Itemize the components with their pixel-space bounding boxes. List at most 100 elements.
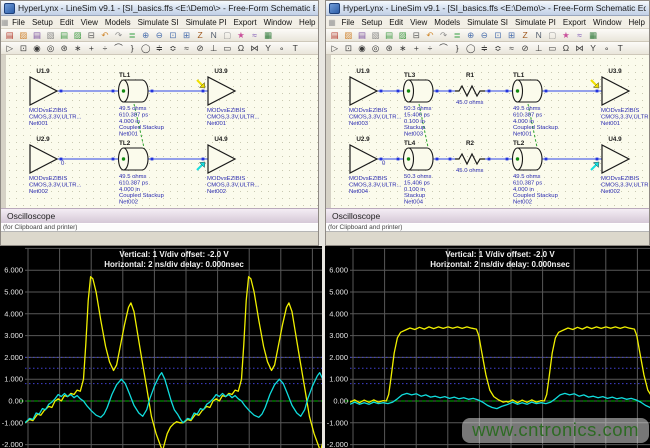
capacitor-part-icon[interactable]: ≑ [478,43,492,54]
menu-edit[interactable]: Edit [386,18,407,27]
y-connector-icon[interactable]: Y [261,43,275,54]
zoom-out-icon[interactable]: ⊖ [153,30,167,41]
stackup-editor-icon[interactable]: ≣ [450,30,464,41]
menu-export[interactable]: Export [230,18,260,27]
window-titlebar[interactable]: HyperLynx - LineSim v9.1 - [SI_basics.ff… [1,1,318,16]
menu-simulate-pi[interactable]: Simulate PI [512,18,560,27]
new-sheet-icon[interactable]: ▤ [57,30,71,41]
component-U4.9[interactable]: U4.9MODvsEZIBISCMOS,3.3V,ULTR...Net002 [207,136,260,195]
redo-icon[interactable]: ↷ [437,30,451,41]
pad-part-icon[interactable]: ◯ [464,43,478,54]
open-sheet-icon[interactable]: ▨ [396,30,410,41]
yellow-probe-icon[interactable] [591,80,599,88]
connector-part-icon[interactable]: + [410,43,424,54]
coupled-line-icon[interactable]: ⋈ [248,43,262,54]
scope-wave-icon[interactable]: ≈ [573,30,587,41]
capacitor2-part-icon[interactable]: ≎ [166,43,180,54]
component-TL1[interactable]: TL149.5 ohms610.387 ps4.000 inCoupled St… [513,72,559,138]
component-R2[interactable]: R245.0 ohms [455,140,485,174]
area-select-icon[interactable]: ⊡ [342,43,356,54]
bracket-part-icon[interactable]: } [450,43,464,54]
oscilloscope-titlebar[interactable]: Oscilloscope [1,208,318,223]
resistor-pack-icon[interactable]: ⊘ [518,43,532,54]
wizard-wand-icon[interactable]: ★ [234,30,248,41]
component-R1[interactable]: R145.0 ohms [455,72,485,106]
resistor-pack-icon[interactable]: ⊘ [193,43,207,54]
menu-models[interactable]: Models [431,18,464,27]
ground-part-icon[interactable]: ⊥ [532,43,546,54]
open-file-icon[interactable]: ▨ [17,30,31,41]
blank-doc-icon[interactable]: ▢ [221,30,235,41]
schematic-canvas-left[interactable]: TL149.5 ohms610.387 ps4.000 inCoupled St… [1,55,318,208]
mdi-system-icon[interactable]: ▦ [1,18,9,27]
board-viewer-icon[interactable]: ▦ [261,30,275,41]
impedance-part-icon[interactable]: Ω [559,43,573,54]
component-U4.9[interactable]: U4.9MODvsEZIBISCMOS,3.3V,ULTRNet002 [601,136,648,195]
ic-pin-icon[interactable]: ◉ [355,43,369,54]
connector-part-icon[interactable]: + [85,43,99,54]
blank-doc-icon[interactable]: ▢ [546,30,560,41]
tline-part-icon[interactable]: ▭ [221,43,235,54]
mdi-system-icon[interactable]: ▦ [326,18,338,27]
component-U1.9[interactable]: U1.9MODvsEZIBISCMOS,3.3V,ULTR...Net001 [29,68,82,127]
component-TL4[interactable]: TL450.3 ohms15.406 ps0.100 inStackupNet0… [404,140,434,206]
component-TL1[interactable]: TL149.5 ohms610.387 ps4.000 inCoupled St… [119,72,165,138]
new-file-icon[interactable]: ▤ [328,30,342,41]
probe-tool-icon[interactable]: ∘ [600,43,614,54]
pan-icon[interactable]: ⊞ [180,30,194,41]
menu-help[interactable]: Help [296,18,319,27]
netlist-icon[interactable]: N [207,30,221,41]
board-viewer-icon[interactable]: ▦ [586,30,600,41]
arc-part-icon[interactable]: ⌒ [437,43,451,54]
menu-simulate-si[interactable]: Simulate SI [464,18,512,27]
inductor-part-icon[interactable]: ≈ [505,43,519,54]
select-tool-icon[interactable]: ▷ [3,43,17,54]
arc-part-icon[interactable]: ⌒ [112,43,126,54]
undo-icon[interactable]: ↶ [423,30,437,41]
menu-simulate-si[interactable]: Simulate SI [134,18,182,27]
export-report-icon[interactable]: Z [193,30,207,41]
zoom-area-icon[interactable]: ⊡ [491,30,505,41]
ground-part-icon[interactable]: ⊥ [207,43,221,54]
zoom-in-icon[interactable]: ⊕ [139,30,153,41]
undo-icon[interactable]: ↶ [98,30,112,41]
cyan-probe-icon[interactable] [197,162,205,170]
component-U3.9[interactable]: U3.9MODvsEZIBISCMOS,3.3V,ULTRNet001 [601,68,648,127]
cyan-probe-icon[interactable] [591,162,599,170]
zoom-area-icon[interactable]: ⊡ [166,30,180,41]
menu-file[interactable]: File [9,18,29,27]
component-U1.9[interactable]: U1.9MODvsEZIBISCMOS,3.3V,ULTR...Net003 [349,68,402,127]
menu-models[interactable]: Models [101,18,134,27]
schematic-canvas-right[interactable]: TL350.3 ohms15.406 ps0.100 inStackupNet0… [326,55,649,208]
new-file-icon[interactable]: ▤ [3,30,17,41]
text-tool-icon[interactable]: T [613,43,627,54]
crosstalk-part-icon[interactable]: ⊛ [382,43,396,54]
component-U3.9[interactable]: U3.9MODvsEZIBISCMOS,3.3V,ULTR...Net001 [207,68,260,127]
menu-simulate-pi[interactable]: Simulate PI [182,18,230,27]
capacitor-part-icon[interactable]: ≑ [153,43,167,54]
pan-icon[interactable]: ⊞ [505,30,519,41]
y-connector-icon[interactable]: Y [586,43,600,54]
netlist-icon[interactable]: N [532,30,546,41]
new-sheet-icon[interactable]: ▤ [382,30,396,41]
open-design-icon[interactable]: ▧ [369,30,383,41]
menu-edit[interactable]: Edit [56,18,77,27]
oscilloscope-titlebar[interactable]: Oscilloscope [326,208,649,223]
redo-icon[interactable]: ↷ [112,30,126,41]
zoom-out-icon[interactable]: ⊖ [478,30,492,41]
menu-view[interactable]: View [77,18,101,27]
via-part-icon[interactable]: ÷ [98,43,112,54]
print-icon[interactable]: ⊟ [85,30,99,41]
stackup-editor-icon[interactable]: ≣ [125,30,139,41]
inductor-part-icon[interactable]: ≈ [180,43,194,54]
component-U2.9[interactable]: U2.9MODvsEZIBISCMOS,3.3V,ULTR...Net004 [349,136,402,195]
area-select-icon[interactable]: ⊡ [17,43,31,54]
coupled-line-icon[interactable]: ⋈ [573,43,587,54]
menu-setup[interactable]: Setup [28,18,56,27]
open-design-icon[interactable]: ▧ [44,30,58,41]
export-report-icon[interactable]: Z [518,30,532,41]
capacitor2-part-icon[interactable]: ≎ [491,43,505,54]
ic-pin-icon[interactable]: ◉ [30,43,44,54]
differential-part-icon[interactable]: ∗ [71,43,85,54]
select-tool-icon[interactable]: ▷ [328,43,342,54]
